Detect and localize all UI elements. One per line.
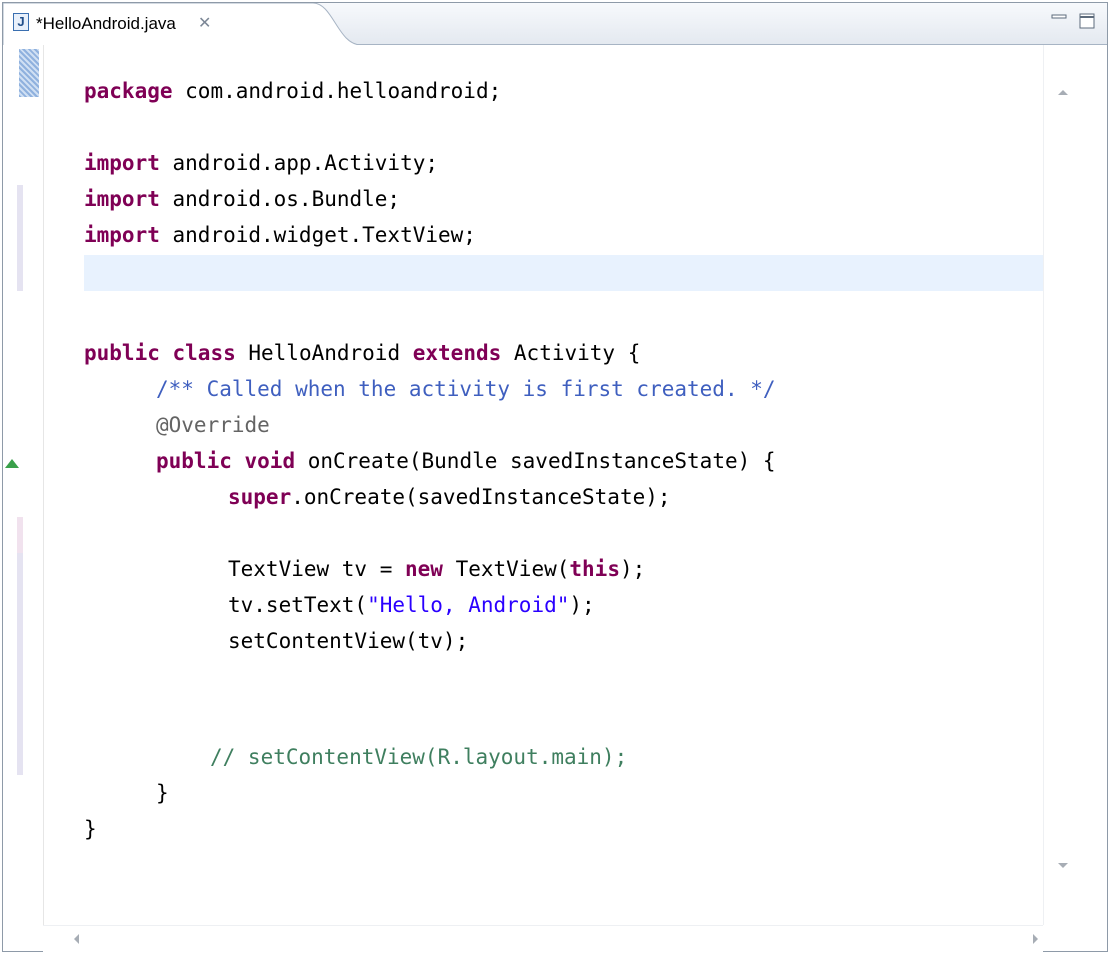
annotation-ruler[interactable] [5,45,43,925]
code-editor[interactable]: package com.android.helloandroid; import… [43,45,1044,925]
horizontal-scrollbar-arrows [74,934,1038,944]
keyword: import [84,223,160,247]
scroll-left-icon [74,934,79,944]
code-line: public class HelloAndroid extends Activi… [84,335,640,371]
code-line: super.onCreate(savedInstanceState); [228,479,671,515]
keyword: import [84,187,160,211]
code-text: } [156,781,169,805]
code-text: android.widget.TextView; [159,223,476,247]
annotation: @Override [156,413,270,437]
code-line: TextView tv = new TextView(this); [228,551,645,587]
scroll-up-icon [1058,90,1068,95]
editor-tab[interactable]: J *HelloAndroid.java ✕ [3,3,363,45]
current-line-highlight [84,255,1044,291]
scroll-right-icon [1033,934,1038,944]
editor-tab-bar: J *HelloAndroid.java ✕ [3,3,1107,45]
code-line: import android.widget.TextView; [84,217,476,253]
code-text: HelloAndroid [235,341,413,365]
code-text: Activity { [501,341,641,365]
string-literal: "Hello, Android" [367,593,570,617]
maximize-icon[interactable] [1079,13,1095,29]
change-marker [17,553,23,775]
code-text: onCreate(Bundle savedInstanceState) { [295,449,776,473]
code-text: } [84,817,97,841]
code-line: @Override [156,407,270,443]
keyword: new [405,557,443,581]
change-marker [17,185,23,291]
keyword: class [172,341,236,365]
code-line: // setContentView(R.layout.main); [210,739,627,775]
scroll-down-icon [1058,863,1068,868]
code-line: tv.setText("Hello, Android"); [228,587,595,623]
change-marker [17,517,23,553]
code-text: setContentView(tv); [228,629,469,653]
code-text: android.os.Bundle; [159,187,401,211]
keyword: public [156,449,232,473]
minimize-icon[interactable] [1051,13,1067,25]
code-line: } [156,775,169,811]
code-line: import android.os.Bundle; [84,181,400,217]
code-line: import android.app.Activity; [84,145,438,181]
line-comment: // setContentView(R.layout.main); [210,745,628,769]
code-text: android.app.Activity; [159,151,439,175]
horizontal-scrollbar[interactable] [43,925,1043,952]
code-text: TextView tv = [228,557,406,581]
code-line: setContentView(tv); [228,623,468,659]
keyword: void [244,449,296,473]
code-text: .onCreate(savedInstanceState); [291,485,671,509]
close-icon[interactable]: ✕ [198,13,211,32]
keyword: super [228,485,292,509]
override-indicator-icon[interactable] [5,459,19,468]
java-file-icon: J [13,13,29,31]
editor-window: J *HelloAndroid.java ✕ package com.andro… [2,2,1108,952]
javadoc-comment: /** Called when the activity is first cr… [156,377,776,401]
code-text: ); [619,557,646,581]
code-text: ); [569,593,595,617]
code-text: TextView( [442,557,570,581]
keyword: import [84,151,160,175]
quick-diff-marker [19,49,39,97]
vertical-scrollbar-arrows [1058,90,1068,868]
vertical-scrollbar[interactable] [1043,45,1082,925]
code-text: tv.setText( [228,593,368,617]
code-line: public void onCreate(Bundle savedInstanc… [156,443,776,479]
code-line: package com.android.helloandroid; [84,73,501,109]
keyword: public [84,341,160,365]
keyword: package [84,79,173,103]
code-line: /** Called when the activity is first cr… [156,371,776,407]
code-line: } [84,811,97,847]
tab-title: *HelloAndroid.java [36,14,176,33]
keyword: extends [412,341,502,365]
code-text: com.android.helloandroid; [172,79,502,103]
keyword: this [569,557,620,581]
